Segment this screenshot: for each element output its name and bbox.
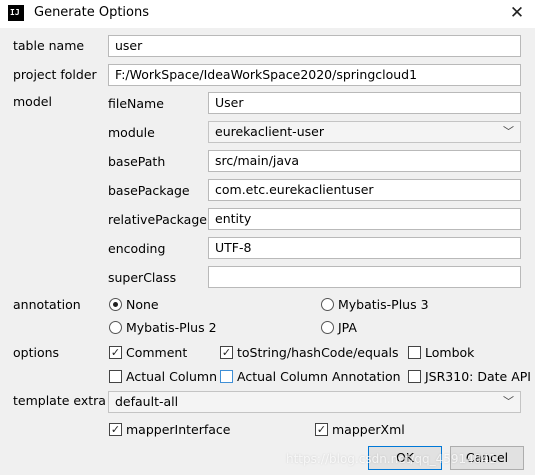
chevron-down-icon: ﹀ xyxy=(503,125,514,138)
chevron-down-icon: ﹀ xyxy=(503,395,514,408)
options-label: options xyxy=(13,345,60,360)
filename-input[interactable]: User xyxy=(208,92,521,114)
window-title: Generate Options xyxy=(34,5,150,20)
comment-label: Comment xyxy=(126,345,188,360)
basepackage-input[interactable]: com.etc.eurekaclientuser xyxy=(208,179,521,201)
annotation-mybatis-plus-2-radio[interactable] xyxy=(109,321,122,334)
annotation-jpa-label: JPA xyxy=(338,320,357,335)
table-name-input[interactable]: user xyxy=(108,35,521,57)
relativepackage-input[interactable]: entity xyxy=(208,208,521,230)
actual-column-label: Actual Column xyxy=(126,369,218,384)
module-select[interactable]: eurekaclient-user ﹀ xyxy=(208,121,521,143)
module-label: module xyxy=(108,125,155,140)
project-folder-label: project folder xyxy=(13,67,97,82)
actual-column-annotation-checkbox[interactable] xyxy=(220,370,233,383)
basepath-input[interactable]: src/main/java xyxy=(208,150,521,172)
annotation-none-radio[interactable] xyxy=(109,298,122,311)
tostring-hashcode-equals-checkbox[interactable]: ✓ xyxy=(220,346,233,359)
watermark-text: https://blog.csdn.net/qq_45914041 xyxy=(286,452,497,466)
intellij-app-icon: IJ xyxy=(8,5,24,21)
lombok-label: Lombok xyxy=(425,345,475,360)
basepath-label: basePath xyxy=(108,154,166,169)
jsr310-date-api-label: JSR310: Date API xyxy=(425,369,531,384)
filename-label: fileName xyxy=(108,96,164,111)
annotation-mybatis-plus-3-radio[interactable] xyxy=(321,298,334,311)
mapper-interface-label: mapperInterface xyxy=(126,422,231,437)
jsr310-date-api-checkbox[interactable] xyxy=(408,370,421,383)
mapper-interface-checkbox[interactable]: ✓ xyxy=(109,423,122,436)
table-name-label: table name xyxy=(13,38,85,53)
tostring-hashcode-equals-label: toString/hashCode/equals xyxy=(237,345,399,360)
annotation-jpa-radio[interactable] xyxy=(321,321,334,334)
relativepackage-label: relativePackage xyxy=(108,212,207,227)
template-extra-label: template extra xyxy=(13,393,106,408)
model-label: model xyxy=(13,94,52,109)
annotation-none-label: None xyxy=(126,297,159,312)
encoding-input[interactable]: UTF-8 xyxy=(208,237,521,259)
comment-checkbox[interactable]: ✓ xyxy=(109,346,122,359)
annotation-mybatis-plus-3-label: Mybatis-Plus 3 xyxy=(338,297,429,312)
template-extra-select[interactable]: default-all ﹀ xyxy=(108,391,521,413)
superclass-input[interactable] xyxy=(208,266,521,288)
mapper-xml-checkbox[interactable]: ✓ xyxy=(315,423,328,436)
mapper-xml-label: mapperXml xyxy=(332,422,405,437)
annotation-label: annotation xyxy=(13,297,81,312)
project-folder-input[interactable]: F:/WorkSpace/IdeaWorkSpace2020/springclo… xyxy=(108,64,521,86)
close-icon[interactable]: ✕ xyxy=(505,2,529,24)
superclass-label: superClass xyxy=(108,270,177,285)
annotation-mybatis-plus-2-label: Mybatis-Plus 2 xyxy=(126,320,217,335)
actual-column-checkbox[interactable] xyxy=(109,370,122,383)
basepackage-label: basePackage xyxy=(108,183,190,198)
actual-column-annotation-label: Actual Column Annotation xyxy=(237,369,401,384)
template-extra-select-value: default-all xyxy=(115,394,179,409)
lombok-checkbox[interactable] xyxy=(408,346,421,359)
encoding-label: encoding xyxy=(108,241,166,256)
title-bar: IJ Generate Options ✕ xyxy=(0,0,535,28)
module-select-value: eurekaclient-user xyxy=(215,124,324,139)
